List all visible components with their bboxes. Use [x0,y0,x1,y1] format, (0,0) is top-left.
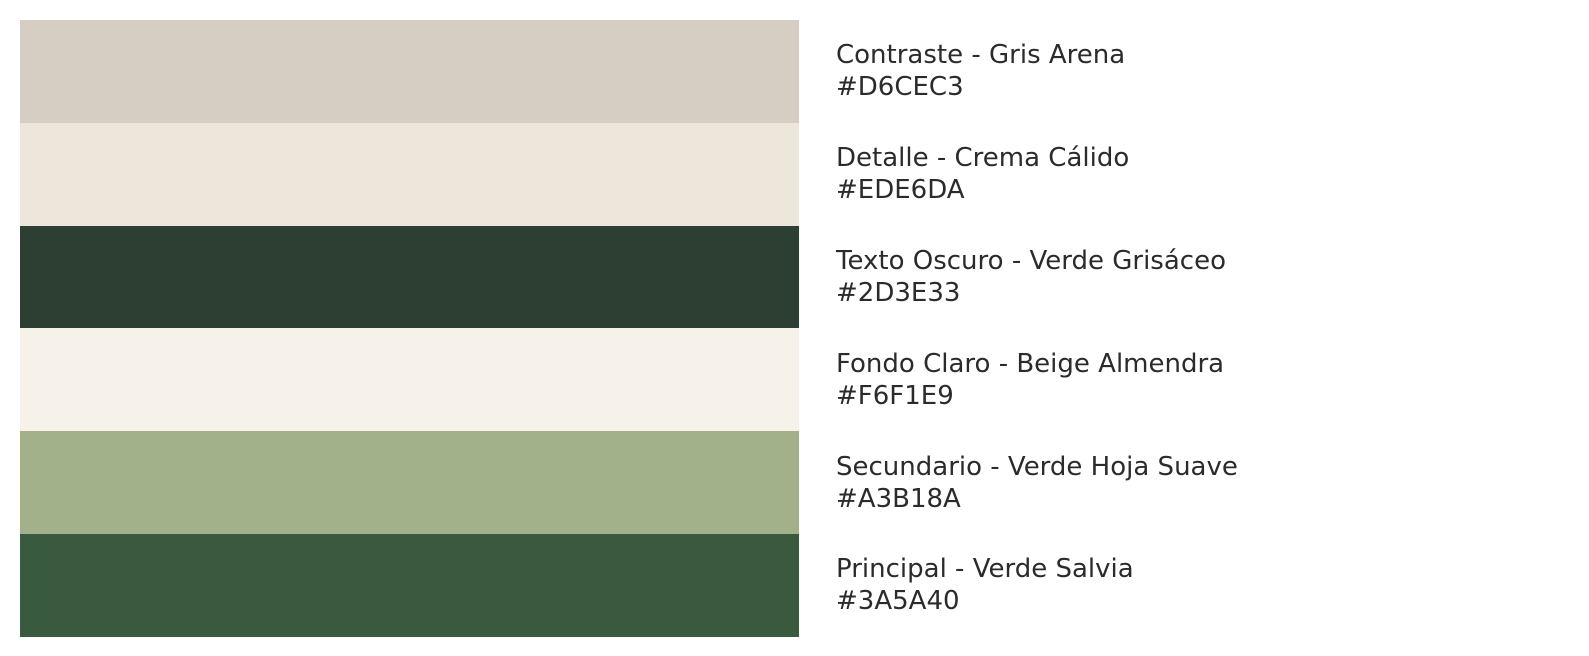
color-hex: #EDE6DA [836,175,965,206]
color-label-principal: Principal - Verde Salvia #3A5A40 [836,534,1566,637]
color-palette: Contraste - Gris Arena #D6CEC3 Detalle -… [0,0,1589,656]
color-hex: #2D3E33 [836,277,961,308]
color-label-contraste: Contraste - Gris Arena #D6CEC3 [836,20,1566,123]
label-column: Contraste - Gris Arena #D6CEC3 Detalle -… [836,20,1566,637]
color-label-detalle: Detalle - Crema Cálido #EDE6DA [836,123,1566,226]
color-label-fondo-claro: Fondo Claro - Beige Almendra #F6F1E9 [836,328,1566,431]
swatch-column [20,20,799,637]
swatch-principal [20,533,799,637]
swatch-texto-oscuro [20,225,799,329]
color-name: Contraste - Gris Arena [836,40,1126,71]
swatch-detalle [20,122,799,226]
color-hex: #A3B18A [836,483,961,514]
swatch-fondo-claro [20,328,799,432]
color-hex: #3A5A40 [836,586,960,617]
color-name: Fondo Claro - Beige Almendra [836,348,1225,379]
swatch-secundario [20,431,799,534]
color-label-texto-oscuro: Texto Oscuro - Verde Grisáceo #2D3E33 [836,226,1566,329]
color-label-secundario: Secundario - Verde Hoja Suave #A3B18A [836,431,1566,534]
color-name: Detalle - Crema Cálido [836,143,1130,174]
color-name: Secundario - Verde Hoja Suave [836,451,1238,482]
color-name: Texto Oscuro - Verde Grisáceo [836,245,1226,276]
color-name: Principal - Verde Salvia [836,554,1134,585]
color-hex: #D6CEC3 [836,72,964,103]
color-hex: #F6F1E9 [836,380,954,411]
swatch-contraste [20,20,799,123]
